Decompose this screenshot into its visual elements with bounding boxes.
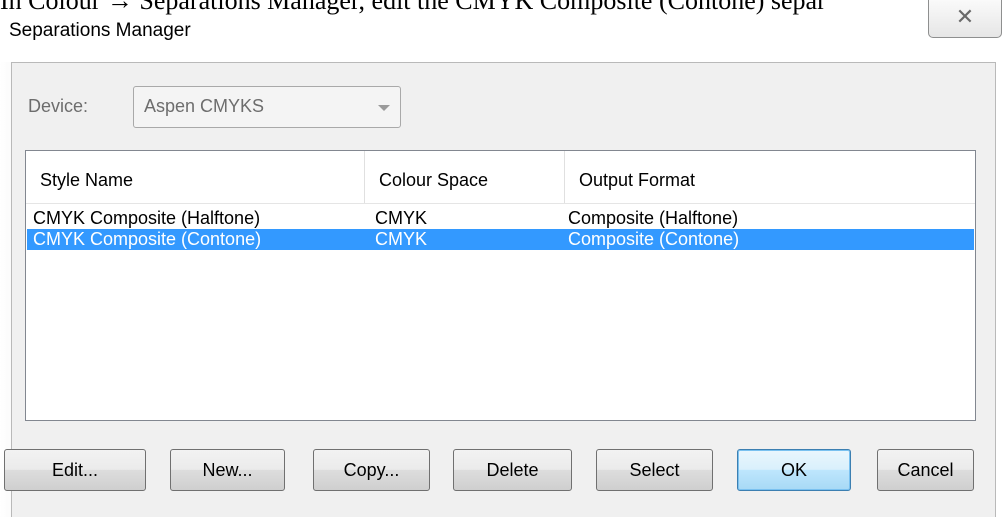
column-header-output-format[interactable]: Output Format	[565, 151, 975, 203]
chevron-down-icon	[378, 105, 390, 111]
cancel-button[interactable]: Cancel	[877, 449, 974, 491]
edit-button[interactable]: Edit...	[4, 449, 146, 491]
close-icon: ✕	[955, 4, 975, 29]
document-instruction-text: In Colour → Separations Manager, edit th…	[0, 0, 826, 15]
cell-output-format: Composite (Halftone)	[568, 208, 739, 228]
select-button[interactable]: Select	[596, 449, 713, 491]
device-label: Device:	[28, 96, 89, 116]
column-header-colour-space[interactable]: Colour Space	[365, 151, 565, 203]
list-item-selected[interactable]: CMYK Composite (Contone) CMYK Composite …	[27, 229, 974, 250]
cell-colour-space: CMYK	[375, 229, 428, 249]
ok-button[interactable]: OK	[737, 449, 851, 491]
list-item[interactable]: CMYK Composite (Halftone) CMYK Composite…	[27, 208, 974, 229]
copy-button[interactable]: Copy...	[313, 449, 430, 491]
delete-button[interactable]: Delete	[453, 449, 572, 491]
close-button[interactable]: ✕	[928, 0, 1002, 38]
column-header-style-name[interactable]: Style Name	[26, 151, 365, 203]
device-select[interactable]: Aspen CMYKS	[133, 86, 401, 128]
styles-list[interactable]: Style Name Colour Space Output Format CM…	[25, 150, 976, 421]
new-button[interactable]: New...	[170, 449, 285, 491]
cell-style-name: CMYK Composite (Halftone)	[33, 208, 261, 228]
cell-colour-space: CMYK	[375, 208, 428, 228]
window-title: Separations Manager	[9, 20, 197, 42]
device-select-value: Aspen CMYKS	[144, 96, 265, 116]
cell-output-format: Composite (Contone)	[568, 229, 740, 249]
cell-style-name: CMYK Composite (Contone)	[33, 229, 262, 249]
list-header: Style Name Colour Space Output Format	[26, 151, 975, 204]
